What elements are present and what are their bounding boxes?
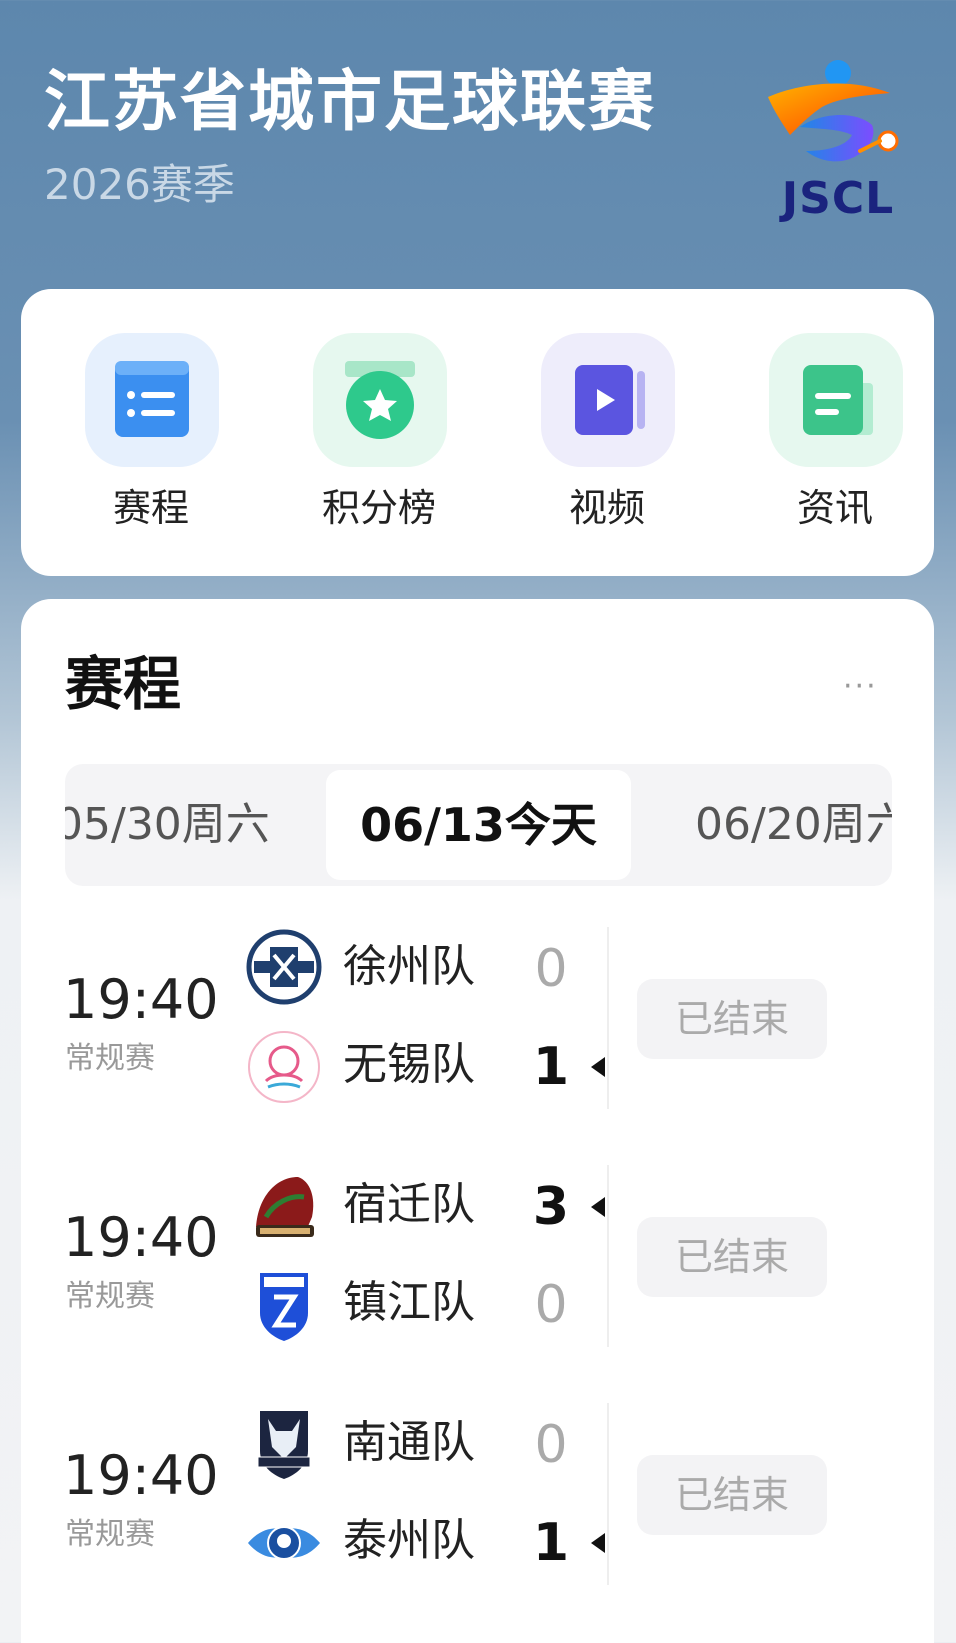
match-time: 19:40 <box>63 1206 219 1269</box>
date-tab-active[interactable]: 06/13今天 <box>326 770 631 880</box>
news-icon <box>769 333 903 467</box>
match-type: 常规赛 <box>65 1279 155 1314</box>
wuxi-logo-icon <box>248 1031 320 1103</box>
nav-item-schedule[interactable]: 赛程 <box>51 333 251 553</box>
match-row[interactable]: 19:40 常规赛 南通队 0 泰州队 1 已结束 <box>21 1403 934 1603</box>
schedule-icon <box>85 333 219 467</box>
divider <box>607 927 609 1109</box>
page-title: 江苏省城市足球联赛 <box>44 63 656 140</box>
nav-item-standings[interactable]: 积分榜 <box>279 333 479 553</box>
date-selector[interactable]: 05/30周六 06/13今天 06/20周六 <box>65 764 892 886</box>
team-name: 宿迁队 <box>343 1179 475 1230</box>
xuzhou-logo-icon <box>246 929 322 1005</box>
team-score: 0 <box>534 1275 568 1335</box>
match-row[interactable]: 19:40 常规赛 宿迁队 3 镇江队 0 已结束 <box>21 1165 934 1365</box>
divider <box>607 1165 609 1347</box>
more-icon[interactable]: ··· <box>843 672 878 702</box>
season-label: 2026赛季 <box>44 160 235 209</box>
match-time: 19:40 <box>63 1444 219 1507</box>
match-type: 常规赛 <box>65 1517 155 1552</box>
date-tab-next[interactable]: 06/20周六 <box>695 764 892 886</box>
team-score: 0 <box>534 1415 568 1475</box>
nav-label: 资讯 <box>796 486 873 530</box>
team-name: 泰州队 <box>343 1515 475 1566</box>
divider <box>607 1403 609 1585</box>
zhenjiang-logo-icon <box>260 1273 308 1341</box>
section-title: 赛程 <box>65 650 182 718</box>
league-logo: JSCL <box>760 55 910 225</box>
team-score: 1 <box>532 1513 570 1573</box>
header: 江苏省城市足球联赛 2026赛季 JSCL <box>0 0 956 290</box>
league-logo-icon <box>768 60 899 162</box>
nantong-logo-icon <box>257 1411 311 1479</box>
status-badge: 已结束 <box>637 1455 827 1535</box>
quick-nav-card: 赛程 积分榜 视频 资讯 <box>21 289 934 576</box>
suqian-logo-icon <box>256 1177 314 1237</box>
team-score: 3 <box>532 1177 570 1237</box>
team-name: 南通队 <box>343 1417 475 1468</box>
winner-arrow-icon <box>591 1057 605 1077</box>
team-name: 徐州队 <box>343 941 475 992</box>
match-row[interactable]: 19:40 常规赛 徐州队 0 无锡队 1 已结束 <box>21 927 934 1127</box>
nav-label: 积分榜 <box>321 486 436 530</box>
team-name: 无锡队 <box>343 1039 475 1090</box>
match-type: 常规赛 <box>65 1041 155 1076</box>
winner-arrow-icon <box>591 1197 605 1217</box>
team-score: 0 <box>534 939 568 999</box>
taizhou-logo-icon <box>248 1526 320 1560</box>
date-tab-prev[interactable]: 05/30周六 <box>65 764 270 886</box>
video-icon <box>541 333 675 467</box>
winner-arrow-icon <box>591 1533 605 1553</box>
nav-item-video[interactable]: 视频 <box>507 333 707 553</box>
medal-icon <box>313 333 447 467</box>
nav-item-news[interactable]: 资讯 <box>735 333 935 553</box>
schedule-card: 赛程 ··· 05/30周六 06/13今天 06/20周六 19:40 常规赛… <box>21 599 934 1643</box>
nav-label: 赛程 <box>112 486 189 530</box>
status-badge: 已结束 <box>637 979 827 1059</box>
status-badge: 已结束 <box>637 1217 827 1297</box>
team-name: 镇江队 <box>343 1277 475 1328</box>
league-logo-text: JSCL <box>781 173 895 224</box>
match-time: 19:40 <box>63 968 219 1031</box>
nav-label: 视频 <box>568 486 645 530</box>
team-score: 1 <box>532 1037 570 1097</box>
